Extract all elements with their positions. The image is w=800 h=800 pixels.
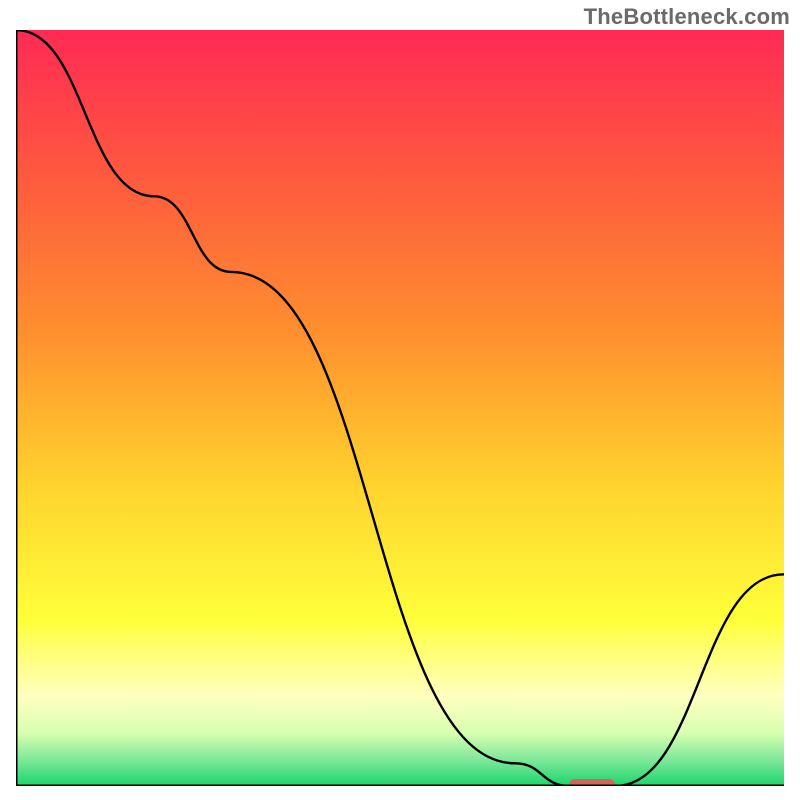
gradient-background — [16, 30, 784, 786]
plot-frame — [16, 30, 784, 786]
chart-svg — [16, 30, 784, 786]
watermark-text: TheBottleneck.com — [584, 4, 790, 30]
chart-container: TheBottleneck.com — [0, 0, 800, 800]
